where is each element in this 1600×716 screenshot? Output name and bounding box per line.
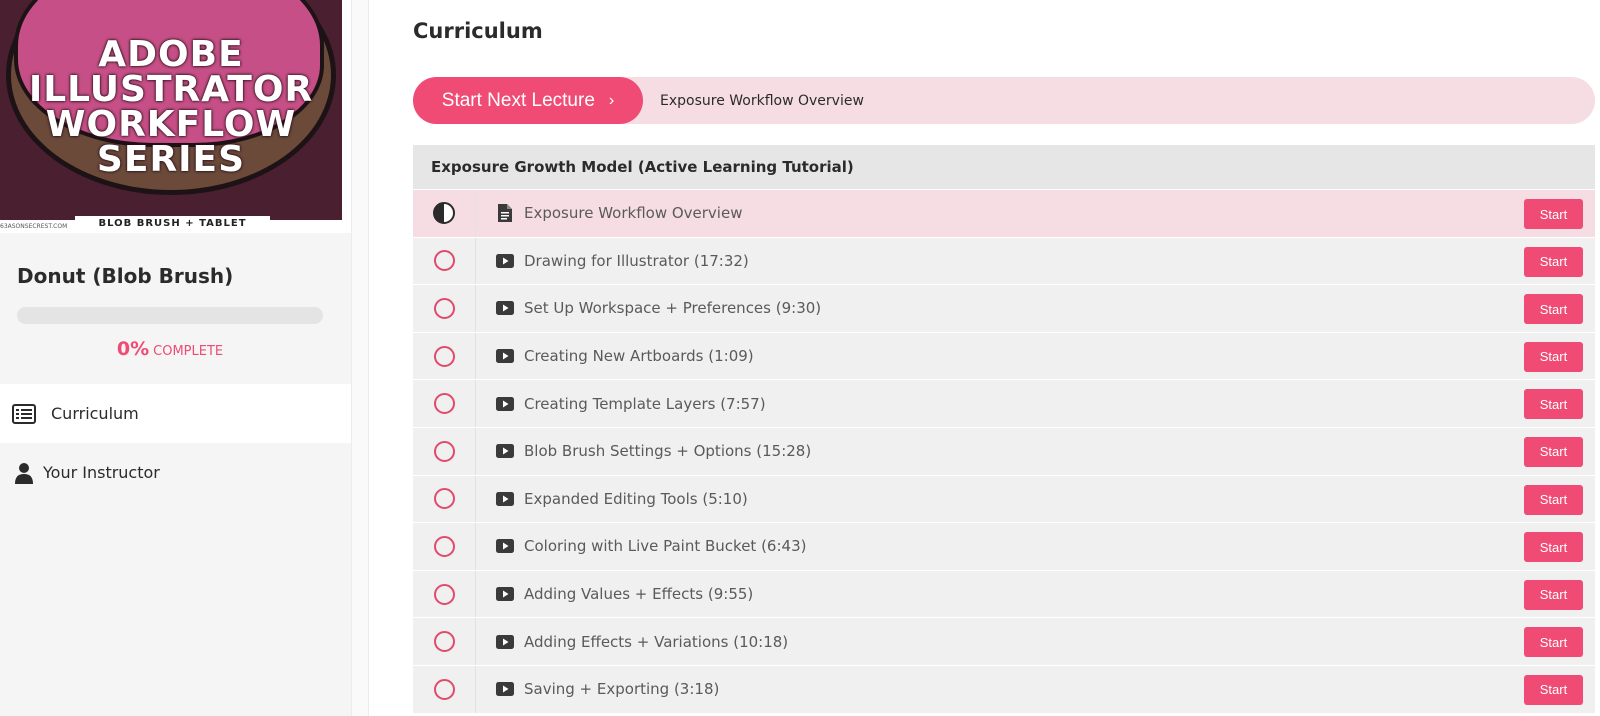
empty-circle-icon bbox=[433, 250, 455, 272]
empty-circle-icon bbox=[433, 488, 455, 510]
cover-credit: 63ASONSECREST.COM bbox=[0, 223, 68, 230]
document-icon bbox=[496, 204, 514, 223]
sidebar-item-curriculum[interactable]: Curriculum bbox=[0, 384, 351, 443]
cover-title-line: WORKFLOW bbox=[45, 104, 297, 145]
lecture-title: Blob Brush Settings + Options (15:28) bbox=[524, 442, 812, 461]
lecture-title: Adding Effects + Variations (10:18) bbox=[524, 632, 789, 651]
lecture-title: Creating Template Layers (7:57) bbox=[524, 394, 766, 413]
lecture-row[interactable]: Creating New Artboards (1:09) Start bbox=[413, 332, 1595, 381]
start-lecture-button[interactable]: Start bbox=[1524, 579, 1583, 610]
page-title: Curriculum bbox=[413, 19, 543, 43]
cover-title-line: SERIES bbox=[96, 139, 246, 180]
progress-label: COMPLETE bbox=[153, 344, 224, 359]
cover-title-line: ILLUSTRATOR bbox=[28, 69, 314, 110]
lecture-title: Coloring with Live Paint Bucket (6:43) bbox=[524, 537, 807, 556]
lecture-title: Set Up Workspace + Preferences (9:30) bbox=[524, 299, 822, 318]
cover-artwork: ADOBE ILLUSTRATOR WORKFLOW SERIES bbox=[0, 0, 342, 220]
video-icon bbox=[496, 490, 514, 508]
cover-banner: BLOB BRUSH + TABLET bbox=[75, 216, 270, 232]
lecture-status-cell bbox=[413, 285, 476, 332]
video-icon bbox=[496, 299, 514, 317]
start-lecture-button[interactable]: Start bbox=[1524, 532, 1583, 563]
lecture-row[interactable]: Exposure Workflow Overview Start bbox=[413, 190, 1595, 238]
section-title: Exposure Growth Model (Active Learning T… bbox=[413, 145, 1595, 189]
lecture-row[interactable]: Coloring with Live Paint Bucket (6:43) St… bbox=[413, 523, 1595, 571]
list-icon bbox=[12, 403, 36, 424]
lecture-title: Saving + Exporting (3:18) bbox=[524, 680, 720, 699]
empty-circle-icon bbox=[433, 535, 455, 557]
video-icon bbox=[496, 252, 514, 270]
start-lecture-button[interactable]: Start bbox=[1524, 246, 1583, 277]
course-cover-image[interactable]: ADOBE ILLUSTRATOR WORKFLOW SERIES BLOB B… bbox=[0, 0, 351, 233]
start-lecture-button[interactable]: Start bbox=[1524, 627, 1583, 658]
lecture-row[interactable]: Creating Template Layers (7:57) Start bbox=[413, 380, 1595, 428]
lecture-row[interactable]: Adding Values + Effects (9:55) Start bbox=[413, 570, 1595, 619]
lecture-list: Exposure Workflow Overview Start Drawing f… bbox=[413, 190, 1595, 714]
lecture-row[interactable]: Drawing for Illustrator (17:32) Start bbox=[413, 237, 1595, 286]
empty-circle-icon bbox=[433, 583, 455, 605]
lecture-title: Expanded Editing Tools (5:10) bbox=[524, 489, 748, 508]
start-next-lecture-label: Start Next Lecture bbox=[441, 89, 595, 111]
lecture-title: Adding Values + Effects (9:55) bbox=[524, 585, 754, 604]
user-icon bbox=[12, 462, 36, 484]
lecture-title: Drawing for Illustrator (17:32) bbox=[524, 251, 749, 270]
sidebar-item-label: Your Instructor bbox=[43, 463, 160, 482]
sidebar-item-your-instructor[interactable]: Your Instructor bbox=[0, 443, 351, 502]
progress-bar bbox=[17, 307, 323, 324]
lecture-row[interactable]: Blob Brush Settings + Options (15:28) Sta… bbox=[413, 427, 1595, 476]
cover-title: ADOBE ILLUSTRATOR WORKFLOW SERIES bbox=[0, 34, 342, 180]
lecture-status-cell bbox=[413, 332, 476, 380]
start-lecture-button[interactable]: Start bbox=[1524, 436, 1583, 467]
video-icon bbox=[496, 395, 514, 413]
progress-percent: 0% bbox=[116, 338, 150, 360]
start-lecture-button[interactable]: Start bbox=[1524, 341, 1583, 372]
video-icon bbox=[496, 633, 514, 651]
lecture-status-cell bbox=[413, 380, 476, 427]
half-circle-icon bbox=[432, 201, 456, 225]
lecture-status-cell bbox=[413, 523, 476, 570]
start-lecture-button[interactable]: Start bbox=[1524, 674, 1583, 705]
video-icon bbox=[496, 585, 514, 603]
video-icon bbox=[496, 347, 514, 365]
start-lecture-button[interactable]: Start bbox=[1524, 484, 1583, 515]
chevron-right-icon: › bbox=[608, 91, 615, 109]
sidebar-divider bbox=[351, 0, 369, 716]
lecture-status-cell bbox=[413, 665, 476, 713]
empty-circle-icon bbox=[433, 440, 455, 462]
empty-circle-icon bbox=[433, 297, 455, 319]
empty-circle-icon bbox=[433, 631, 455, 653]
main-content: Curriculum Start Next Lecture › Exposure… bbox=[370, 0, 1600, 716]
lecture-status-cell bbox=[413, 427, 476, 475]
lecture-row[interactable]: Saving + Exporting (3:18) Start bbox=[413, 665, 1595, 714]
course-title: Donut (Blob Brush) bbox=[17, 264, 234, 288]
lecture-status-cell bbox=[413, 190, 476, 237]
lecture-status-cell bbox=[413, 570, 476, 618]
empty-circle-icon bbox=[433, 345, 455, 367]
start-lecture-button[interactable]: Start bbox=[1524, 294, 1583, 325]
lecture-row[interactable]: Adding Effects + Variations (10:18) Start bbox=[413, 618, 1595, 666]
sidebar: ADOBE ILLUSTRATOR WORKFLOW SERIES BLOB B… bbox=[0, 0, 351, 716]
progress-summary: 0% COMPLETE bbox=[0, 338, 340, 360]
start-lecture-button[interactable]: Start bbox=[1524, 199, 1583, 229]
start-next-lecture-button[interactable]: Start Next Lecture › bbox=[413, 77, 643, 124]
video-icon bbox=[496, 537, 514, 555]
lecture-status-cell bbox=[413, 475, 476, 523]
start-lecture-button[interactable]: Start bbox=[1524, 389, 1583, 420]
lecture-row[interactable]: Set Up Workspace + Preferences (9:30) Sta… bbox=[413, 285, 1595, 333]
empty-circle-icon bbox=[433, 678, 455, 700]
cover-title-line: ADOBE bbox=[98, 34, 244, 75]
lecture-status-cell bbox=[413, 618, 476, 665]
lecture-row[interactable]: Expanded Editing Tools (5:10) Start bbox=[413, 475, 1595, 524]
video-icon bbox=[496, 680, 514, 698]
sidebar-item-label: Curriculum bbox=[51, 404, 139, 423]
lecture-title: Creating New Artboards (1:09) bbox=[524, 347, 754, 366]
lecture-status-cell bbox=[413, 237, 476, 285]
video-icon bbox=[496, 442, 514, 460]
empty-circle-icon bbox=[433, 393, 455, 415]
next-lecture-bar: Start Next Lecture › Exposure Workflow O… bbox=[413, 77, 1595, 124]
next-lecture-title: Exposure Workflow Overview bbox=[660, 92, 864, 109]
lecture-title: Exposure Workflow Overview bbox=[524, 204, 743, 223]
